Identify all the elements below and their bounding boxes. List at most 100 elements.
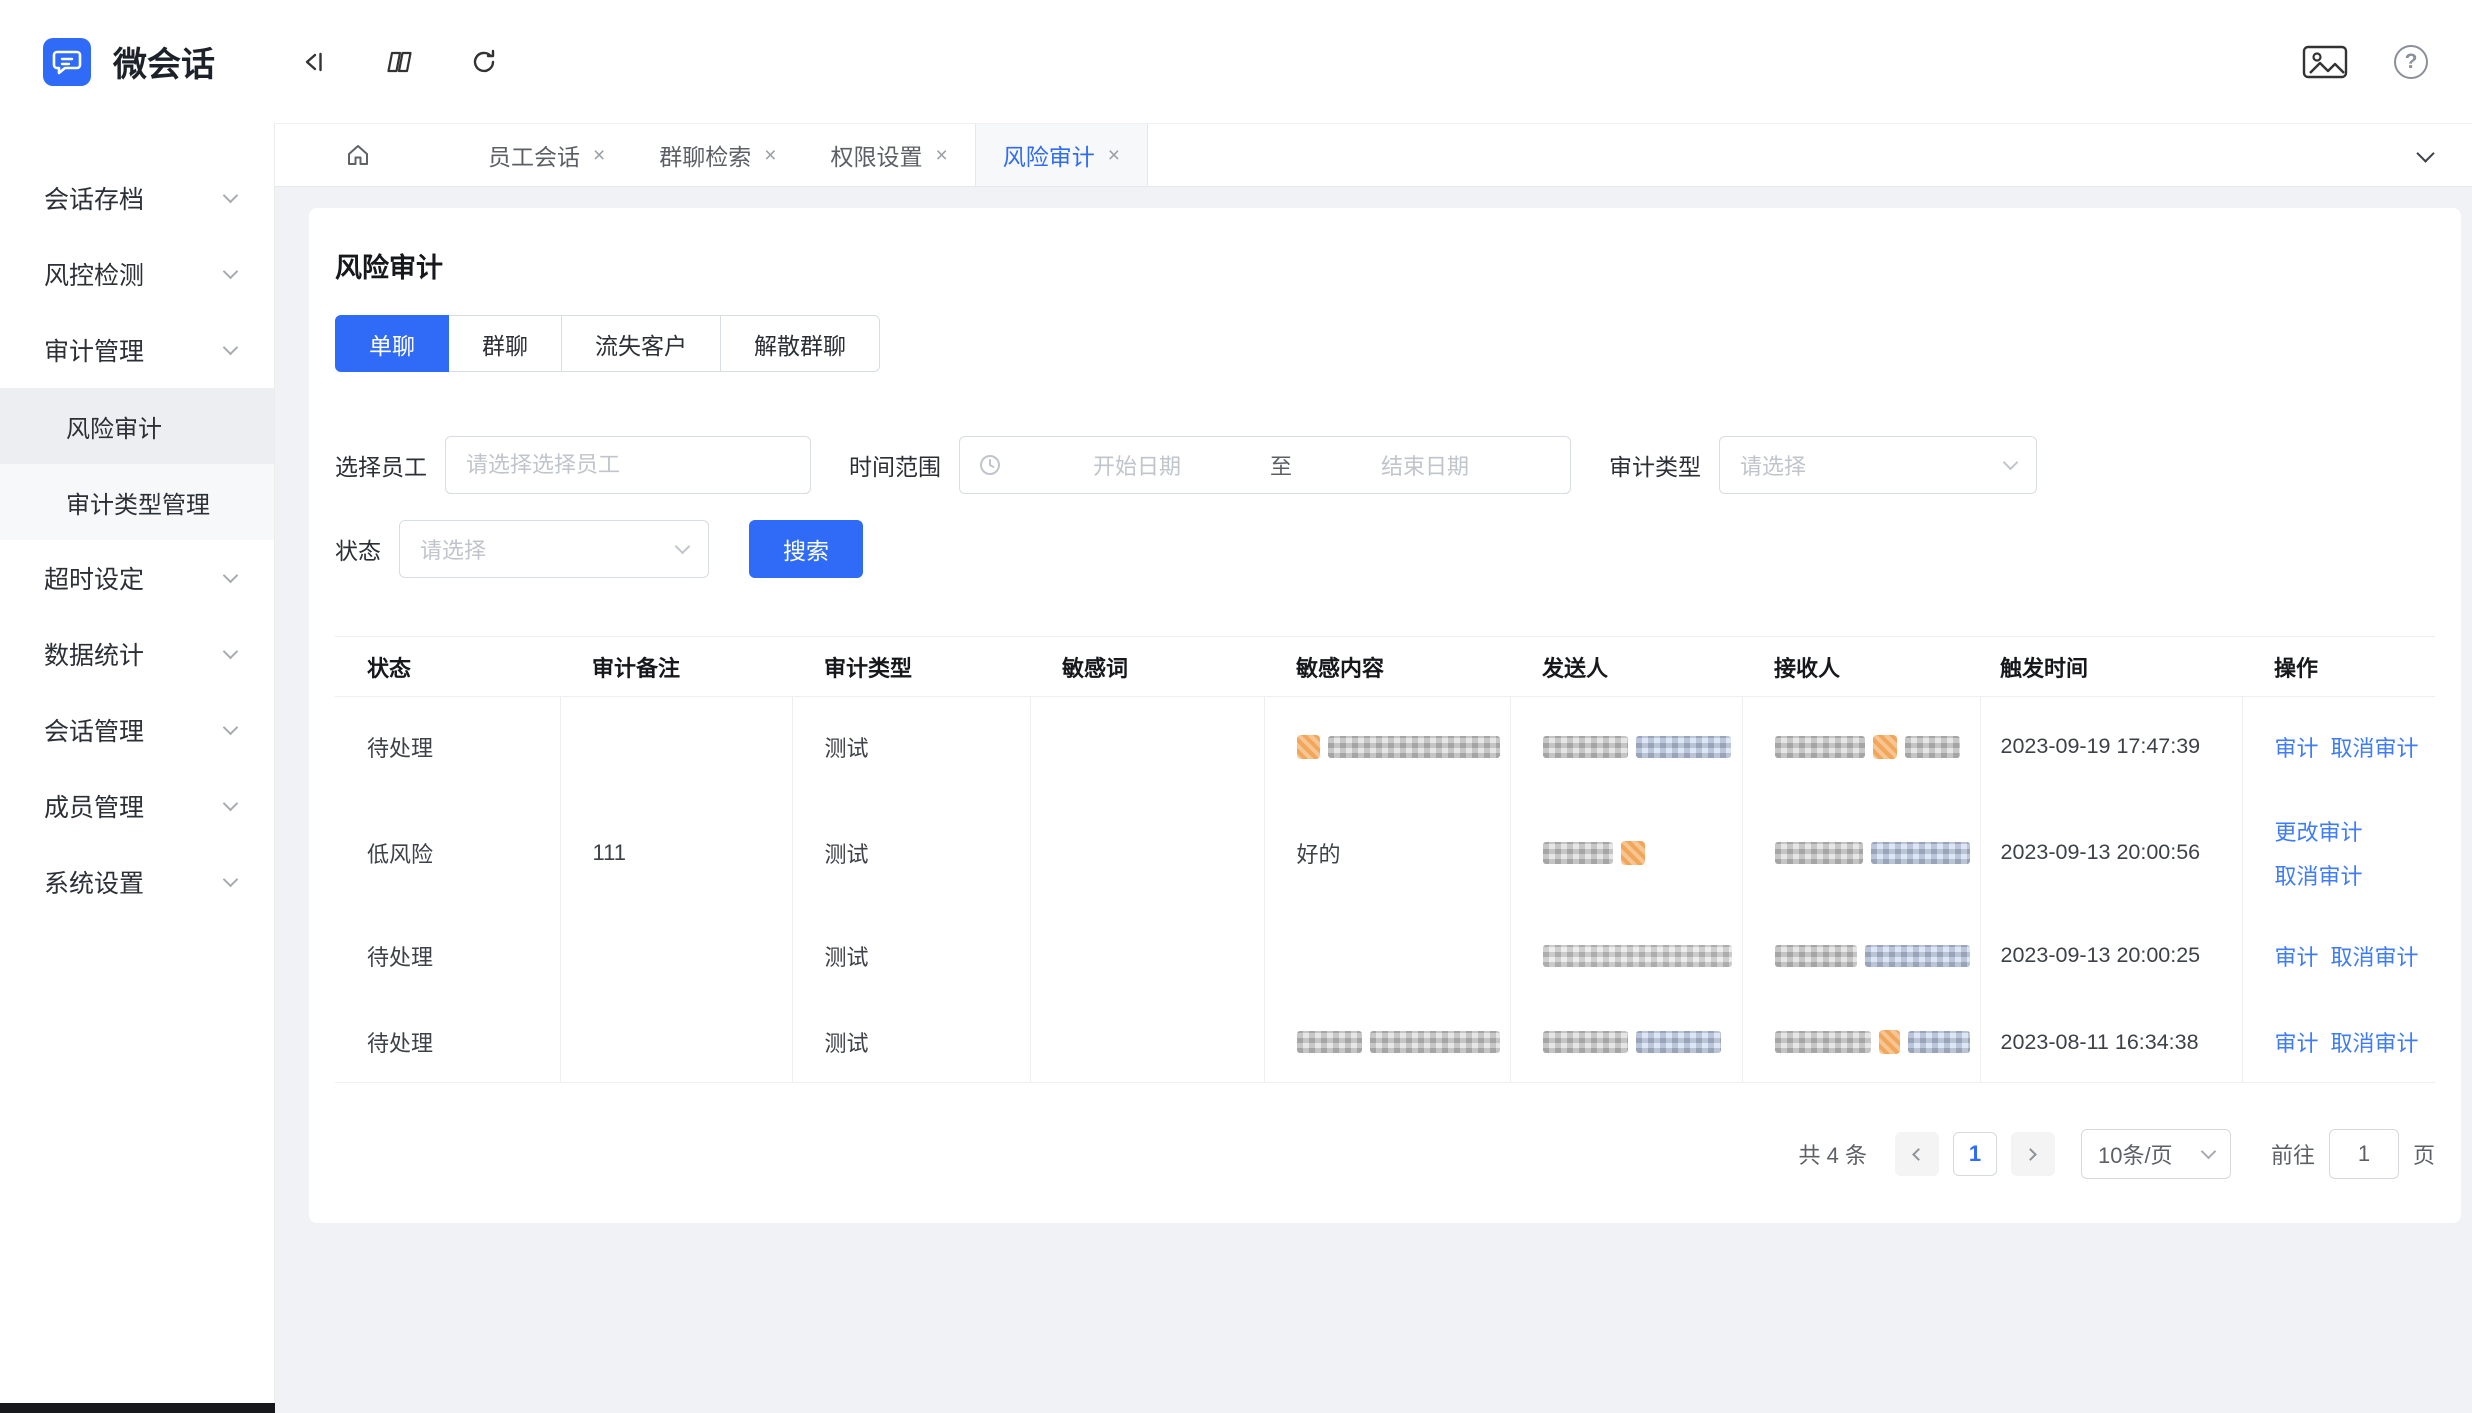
close-icon[interactable]: × bbox=[936, 145, 948, 166]
home-tab-button[interactable] bbox=[341, 138, 375, 172]
sender-cell bbox=[1510, 697, 1742, 797]
audit-link[interactable]: 审计 bbox=[2275, 940, 2319, 972]
pagination-prev-button[interactable] bbox=[1895, 1132, 1939, 1176]
sidebar-item-session-archive[interactable]: 会话存档 bbox=[0, 160, 274, 236]
cancel-audit-link[interactable]: 取消审计 bbox=[2331, 1026, 2419, 1058]
chevron-down-icon bbox=[2416, 144, 2434, 162]
page-size-select[interactable]: 10条/页 bbox=[2081, 1129, 2231, 1179]
change-audit-link[interactable]: 更改审计 bbox=[2275, 815, 2426, 847]
audit-link[interactable]: 审计 bbox=[2275, 731, 2319, 763]
search-button[interactable]: 搜索 bbox=[749, 520, 863, 578]
open-tabs: 员工会话 × 群聊检索 × 权限设置 × 风险审计 × bbox=[461, 124, 1148, 186]
sidebar-item-timeout-settings[interactable]: 超时设定 bbox=[0, 540, 274, 616]
redacted-emoji bbox=[1297, 735, 1321, 759]
sidebar-item-data-statistics[interactable]: 数据统计 bbox=[0, 616, 274, 692]
chat-type-disbanded-group[interactable]: 解散群聊 bbox=[720, 315, 880, 372]
column-header-actions: 操作 bbox=[2242, 637, 2435, 697]
end-date-placeholder[interactable]: 结束日期 bbox=[1298, 449, 1552, 481]
table-row: 待处理 测试 2023 bbox=[335, 909, 2435, 1003]
sensitive-word-cell bbox=[1030, 797, 1264, 909]
chat-type-group[interactable]: 群聊 bbox=[448, 315, 562, 372]
date-range-label: 时间范围 bbox=[849, 448, 941, 482]
trigger-time-cell: 2023-08-11 16:34:38 bbox=[1980, 1003, 2242, 1083]
collapse-sidebar-button[interactable] bbox=[293, 41, 335, 83]
sidebar-item-risk-audit[interactable]: 风险审计 bbox=[0, 388, 274, 464]
sidebar-submenu-audit: 风险审计 审计类型管理 bbox=[0, 388, 274, 540]
chevron-down-icon bbox=[223, 719, 239, 735]
trigger-time-cell: 2023-09-19 17:47:39 bbox=[1980, 697, 2242, 797]
actions-cell: 更改审计 取消审计 bbox=[2242, 797, 2435, 909]
status-cell: 待处理 bbox=[335, 909, 560, 1003]
start-date-placeholder[interactable]: 开始日期 bbox=[1010, 449, 1264, 481]
employee-select-input[interactable] bbox=[445, 436, 811, 494]
table-row: 低风险 111 测试 好的 bbox=[335, 797, 2435, 909]
tab-group-chat-search[interactable]: 群聊检索 × bbox=[632, 124, 803, 186]
sidebar-item-audit-type-management[interactable]: 审计类型管理 bbox=[0, 464, 274, 540]
tab-employee-session[interactable]: 员工会话 × bbox=[461, 124, 632, 186]
risk-audit-table: 状态 审计备注 审计类型 敏感词 敏感内容 发送人 接收人 触发时间 操作 bbox=[335, 636, 2435, 1083]
tabs-manager-button[interactable] bbox=[377, 41, 421, 83]
redacted-mention bbox=[1871, 842, 1969, 864]
audit-link[interactable]: 审计 bbox=[2275, 1026, 2319, 1058]
redacted-name bbox=[1543, 736, 1628, 758]
tab-permission-settings[interactable]: 权限设置 × bbox=[804, 124, 975, 186]
clock-icon bbox=[978, 453, 1002, 477]
remark-cell: 111 bbox=[560, 797, 792, 909]
close-icon[interactable]: × bbox=[593, 145, 605, 166]
sensitive-word-cell bbox=[1030, 909, 1264, 1003]
tabs-dropdown-button[interactable] bbox=[2409, 138, 2442, 173]
status-select[interactable]: 请选择 bbox=[399, 520, 709, 578]
tab-risk-audit[interactable]: 风险审计 × bbox=[975, 124, 1148, 186]
sender-cell bbox=[1510, 909, 1742, 1003]
sidebar-item-system-settings[interactable]: 系统设置 bbox=[0, 844, 274, 920]
chevron-down-icon bbox=[2003, 454, 2019, 470]
chevron-down-icon bbox=[223, 339, 239, 355]
audit-type-cell: 测试 bbox=[792, 697, 1030, 797]
audit-type-select[interactable]: 请选择 bbox=[1719, 436, 2037, 494]
chat-type-lost-customer[interactable]: 流失客户 bbox=[561, 315, 721, 372]
chevron-down-icon bbox=[223, 263, 239, 279]
close-icon[interactable]: × bbox=[1108, 145, 1120, 166]
sidebar-item-session-management[interactable]: 会话管理 bbox=[0, 692, 274, 768]
chevron-left-icon bbox=[1913, 1148, 1926, 1161]
chat-type-single[interactable]: 单聊 bbox=[335, 315, 449, 372]
image-preview-button[interactable] bbox=[2296, 37, 2354, 87]
receiver-cell bbox=[1742, 697, 1980, 797]
pagination-next-button[interactable] bbox=[2011, 1132, 2055, 1176]
pagination-page-1[interactable]: 1 bbox=[1953, 1132, 1997, 1176]
status-placeholder: 请选择 bbox=[420, 533, 486, 565]
redacted-text bbox=[1297, 1031, 1362, 1053]
receiver-cell bbox=[1742, 909, 1980, 1003]
risk-audit-card: 风险审计 单聊 群聊 流失客户 解散群聊 选择员工 时间范围 bbox=[309, 208, 2461, 1223]
chevron-down-icon bbox=[223, 795, 239, 811]
sidebar-item-label: 超时设定 bbox=[44, 560, 144, 596]
sidebar-item-label: 数据统计 bbox=[44, 636, 144, 672]
column-header-sender: 发送人 bbox=[1510, 637, 1742, 697]
date-range-picker[interactable]: 开始日期 至 结束日期 bbox=[959, 436, 1571, 494]
sidebar-item-audit-management[interactable]: 审计管理 bbox=[0, 312, 274, 388]
audit-type-cell: 测试 bbox=[792, 797, 1030, 909]
actions-cell: 审计 取消审计 bbox=[2242, 1003, 2435, 1083]
employee-label: 选择员工 bbox=[335, 448, 427, 482]
page-size-value: 10条/页 bbox=[2098, 1138, 2173, 1170]
refresh-button[interactable] bbox=[463, 41, 505, 83]
goto-page-input[interactable] bbox=[2329, 1129, 2399, 1179]
sidebar: 会话存档 风控检测 审计管理 风险审计 审计类型管理 超时设定 数据统计 bbox=[0, 123, 275, 1413]
header-right-tools: ? bbox=[2296, 37, 2428, 87]
redacted-name bbox=[1905, 736, 1960, 758]
close-icon[interactable]: × bbox=[764, 145, 776, 166]
sidebar-item-risk-detection[interactable]: 风控检测 bbox=[0, 236, 274, 312]
cancel-audit-link[interactable]: 取消审计 bbox=[2331, 940, 2419, 972]
tab-label: 群聊检索 bbox=[659, 138, 751, 172]
cancel-audit-link[interactable]: 取消审计 bbox=[2331, 731, 2419, 763]
audit-type-placeholder: 请选择 bbox=[1740, 449, 1806, 481]
sensitive-content-cell bbox=[1264, 909, 1510, 1003]
help-button[interactable]: ? bbox=[2394, 45, 2428, 79]
sidebar-item-member-management[interactable]: 成员管理 bbox=[0, 768, 274, 844]
redacted-name bbox=[1543, 842, 1613, 864]
remark-cell bbox=[560, 1003, 792, 1083]
cancel-audit-link[interactable]: 取消审计 bbox=[2275, 859, 2426, 891]
column-header-sensitive-word: 敏感词 bbox=[1030, 637, 1264, 697]
goto-label: 前往 bbox=[2271, 1138, 2315, 1170]
column-header-audit-remark: 审计备注 bbox=[560, 637, 792, 697]
